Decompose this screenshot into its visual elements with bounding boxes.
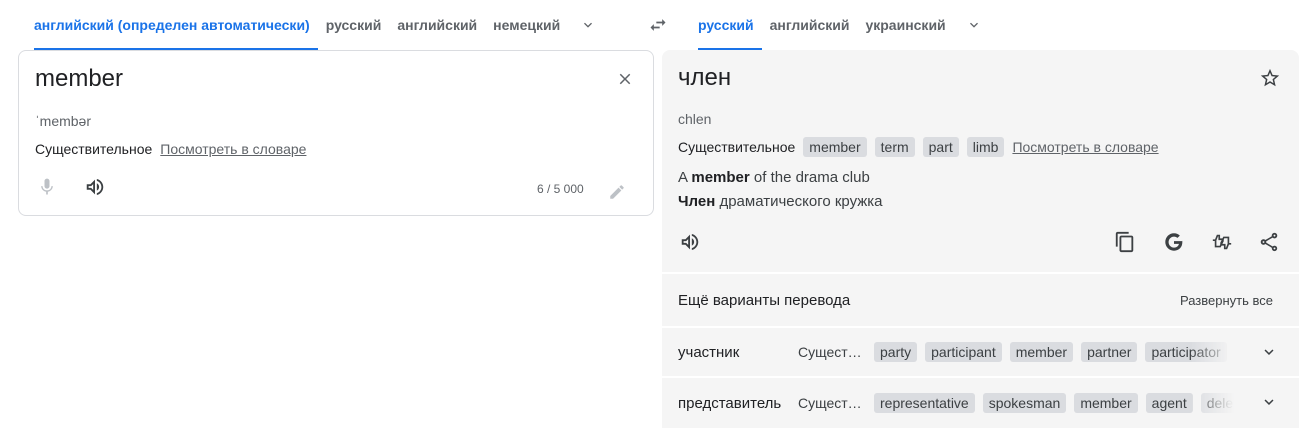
target-lang-tab-english[interactable]: английский <box>762 0 858 50</box>
synonym-chip[interactable]: member <box>803 137 867 157</box>
target-part-of-speech: Существительное <box>678 139 796 155</box>
source-dictionary-link[interactable]: Посмотреть в словаре <box>160 141 306 157</box>
alt-translation-pos: Сущест… <box>798 344 862 360</box>
source-lang-tab-english[interactable]: английский <box>389 0 485 50</box>
source-lang-tab-russian[interactable]: русский <box>318 0 390 50</box>
expand-all-button[interactable]: Развернуть все <box>1180 293 1273 308</box>
feedback-icon[interactable] <box>1206 226 1238 258</box>
synonym-chip[interactable]: term <box>874 137 915 157</box>
source-language-bar: английский (определен автоматически) рус… <box>26 0 608 50</box>
close-icon[interactable] <box>613 67 637 91</box>
source-part-of-speech: Существительное <box>35 141 153 157</box>
chevron-down-icon[interactable] <box>1257 340 1281 364</box>
alt-translation-word: представитель <box>678 394 782 412</box>
alt-translation-chips: representative spokesman member agent de… <box>874 393 1234 413</box>
more-translations-section: Ещё варианты перевода Развернуть все <box>662 274 1299 326</box>
alt-translation-chips: party participant member partner partici… <box>874 342 1234 362</box>
back-translation-chip[interactable]: delegate <box>1200 393 1234 413</box>
chevron-down-icon[interactable] <box>954 0 994 50</box>
target-lang-tab-ukrainian[interactable]: украинский <box>857 0 953 50</box>
pencil-icon[interactable] <box>601 176 633 208</box>
back-translation-chip[interactable]: participator <box>1145 342 1227 362</box>
source-pos-row: Существительное Посмотреть в словаре <box>35 141 306 157</box>
target-language-bar: русский английский украинский <box>690 0 994 50</box>
back-translation-chip[interactable]: party <box>874 342 918 362</box>
target-pos-row: Существительное member term part limb По… <box>678 137 1159 157</box>
more-translations-title: Ещё варианты перевода <box>678 291 851 309</box>
back-translation-chip[interactable]: agent <box>1145 393 1193 413</box>
source-transliteration: ˈmembər <box>35 113 92 129</box>
example-source: A member of the drama club <box>678 169 870 186</box>
back-translation-chip[interactable]: spokesman <box>982 393 1067 413</box>
google-icon[interactable] <box>1158 226 1190 258</box>
more-translations-header: Ещё варианты перевода Развернуть все <box>662 274 1299 326</box>
back-translation-chip[interactable]: participant <box>925 342 1002 362</box>
synonym-chip[interactable]: part <box>922 137 959 157</box>
swap-arrows-icon[interactable] <box>644 13 672 37</box>
alt-translation-row[interactable]: участник Сущест… party participant membe… <box>662 326 1299 376</box>
copy-icon[interactable] <box>1109 226 1141 258</box>
speaker-icon[interactable] <box>79 171 111 203</box>
target-panel: член chlen Существительное member term p… <box>662 50 1299 272</box>
example-target: Член драматического кружка <box>678 193 883 210</box>
chevron-down-icon[interactable] <box>568 0 608 50</box>
character-count: 6 / 5 000 <box>537 182 584 196</box>
source-panel: member ˈmembər Существительное Посмотрет… <box>18 50 654 216</box>
target-text: член <box>678 64 732 91</box>
source-text-input[interactable]: member <box>35 65 123 93</box>
alt-translation-word: участник <box>678 343 740 361</box>
target-lang-tab-russian[interactable]: русский <box>690 0 762 50</box>
share-icon[interactable] <box>1253 226 1285 258</box>
back-translation-chip[interactable]: partner <box>1081 342 1138 362</box>
synonym-chip[interactable]: limb <box>966 137 1005 157</box>
back-translation-chip[interactable]: representative <box>874 393 975 413</box>
speaker-icon[interactable] <box>674 226 706 258</box>
alt-translation-row[interactable]: представитель Сущест… representative spo… <box>662 376 1299 428</box>
alt-translation-pos: Сущест… <box>798 395 862 411</box>
back-translation-chip[interactable]: member <box>1009 342 1074 362</box>
back-translation-chip[interactable]: member <box>1074 393 1138 413</box>
source-lang-tab-detect[interactable]: английский (определен автоматически) <box>26 0 318 50</box>
target-transliteration: chlen <box>678 111 712 127</box>
target-dictionary-link[interactable]: Посмотреть в словаре <box>1012 139 1158 155</box>
microphone-icon[interactable] <box>31 171 63 203</box>
source-lang-tab-german[interactable]: немецкий <box>485 0 568 50</box>
star-icon[interactable] <box>1254 62 1286 94</box>
chevron-down-icon[interactable] <box>1257 390 1281 414</box>
